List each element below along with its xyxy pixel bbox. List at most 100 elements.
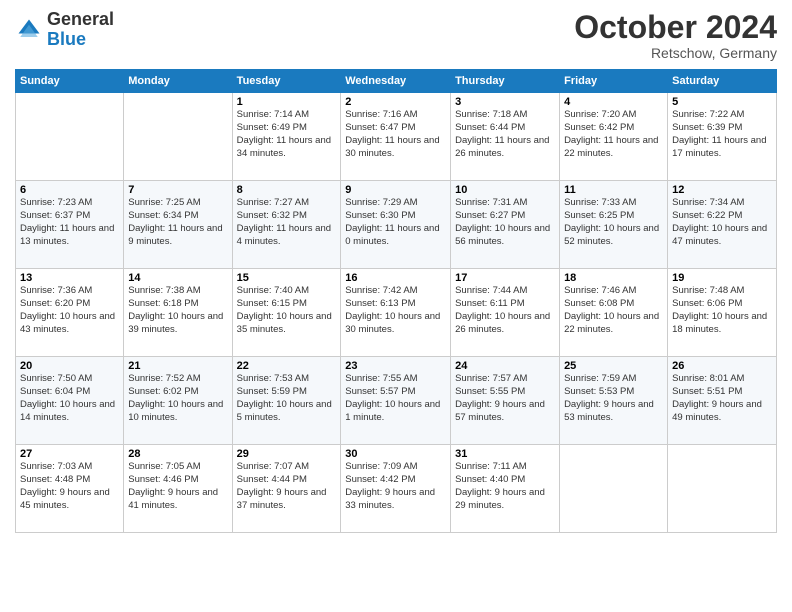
calendar-week-3: 13 Sunrise: 7:36 AMSunset: 6:20 PMDaylig… bbox=[16, 269, 777, 357]
day-number: 13 bbox=[20, 272, 119, 284]
calendar-cell: 10 Sunrise: 7:31 AMSunset: 6:27 PMDaylig… bbox=[451, 181, 560, 269]
day-info: Sunrise: 7:48 AMSunset: 6:06 PMDaylight:… bbox=[672, 285, 767, 334]
day-info: Sunrise: 7:59 AMSunset: 5:53 PMDaylight:… bbox=[564, 373, 654, 422]
calendar-cell: 5 Sunrise: 7:22 AMSunset: 6:39 PMDayligh… bbox=[668, 93, 777, 181]
day-number: 16 bbox=[345, 272, 446, 284]
weekday-header-monday: Monday bbox=[124, 70, 232, 93]
day-info: Sunrise: 7:20 AMSunset: 6:42 PMDaylight:… bbox=[564, 109, 658, 158]
calendar-cell: 31 Sunrise: 7:11 AMSunset: 4:40 PMDaylig… bbox=[451, 445, 560, 533]
day-info: Sunrise: 7:18 AMSunset: 6:44 PMDaylight:… bbox=[455, 109, 549, 158]
day-number: 27 bbox=[20, 448, 119, 460]
day-info: Sunrise: 7:07 AMSunset: 4:44 PMDaylight:… bbox=[237, 461, 327, 510]
weekday-header-thursday: Thursday bbox=[451, 70, 560, 93]
day-info: Sunrise: 7:31 AMSunset: 6:27 PMDaylight:… bbox=[455, 197, 550, 246]
calendar-cell bbox=[16, 93, 124, 181]
calendar-week-5: 27 Sunrise: 7:03 AMSunset: 4:48 PMDaylig… bbox=[16, 445, 777, 533]
calendar-cell: 7 Sunrise: 7:25 AMSunset: 6:34 PMDayligh… bbox=[124, 181, 232, 269]
day-number: 8 bbox=[237, 184, 337, 196]
weekday-header-saturday: Saturday bbox=[668, 70, 777, 93]
day-number: 18 bbox=[564, 272, 663, 284]
calendar-cell: 2 Sunrise: 7:16 AMSunset: 6:47 PMDayligh… bbox=[341, 93, 451, 181]
day-info: Sunrise: 7:57 AMSunset: 5:55 PMDaylight:… bbox=[455, 373, 545, 422]
day-info: Sunrise: 7:05 AMSunset: 4:46 PMDaylight:… bbox=[128, 461, 218, 510]
location-subtitle: Retschow, Germany bbox=[574, 45, 777, 61]
calendar-cell: 14 Sunrise: 7:38 AMSunset: 6:18 PMDaylig… bbox=[124, 269, 232, 357]
day-number: 3 bbox=[455, 96, 555, 108]
calendar-cell: 8 Sunrise: 7:27 AMSunset: 6:32 PMDayligh… bbox=[232, 181, 341, 269]
day-info: Sunrise: 7:25 AMSunset: 6:34 PMDaylight:… bbox=[128, 197, 222, 246]
day-info: Sunrise: 7:34 AMSunset: 6:22 PMDaylight:… bbox=[672, 197, 767, 246]
calendar-cell: 16 Sunrise: 7:42 AMSunset: 6:13 PMDaylig… bbox=[341, 269, 451, 357]
calendar-cell bbox=[124, 93, 232, 181]
day-info: Sunrise: 7:23 AMSunset: 6:37 PMDaylight:… bbox=[20, 197, 114, 246]
calendar-header: SundayMondayTuesdayWednesdayThursdayFrid… bbox=[16, 70, 777, 93]
day-info: Sunrise: 7:55 AMSunset: 5:57 PMDaylight:… bbox=[345, 373, 440, 422]
day-info: Sunrise: 7:14 AMSunset: 6:49 PMDaylight:… bbox=[237, 109, 331, 158]
calendar-body: 1 Sunrise: 7:14 AMSunset: 6:49 PMDayligh… bbox=[16, 93, 777, 533]
day-number: 14 bbox=[128, 272, 227, 284]
calendar-cell: 19 Sunrise: 7:48 AMSunset: 6:06 PMDaylig… bbox=[668, 269, 777, 357]
weekday-header-tuesday: Tuesday bbox=[232, 70, 341, 93]
calendar-cell: 11 Sunrise: 7:33 AMSunset: 6:25 PMDaylig… bbox=[560, 181, 668, 269]
calendar-cell: 25 Sunrise: 7:59 AMSunset: 5:53 PMDaylig… bbox=[560, 357, 668, 445]
weekday-header-friday: Friday bbox=[560, 70, 668, 93]
weekday-header-wednesday: Wednesday bbox=[341, 70, 451, 93]
day-number: 31 bbox=[455, 448, 555, 460]
day-number: 26 bbox=[672, 360, 772, 372]
day-number: 22 bbox=[237, 360, 337, 372]
day-number: 20 bbox=[20, 360, 119, 372]
calendar-cell: 6 Sunrise: 7:23 AMSunset: 6:37 PMDayligh… bbox=[16, 181, 124, 269]
calendar-cell: 1 Sunrise: 7:14 AMSunset: 6:49 PMDayligh… bbox=[232, 93, 341, 181]
day-number: 24 bbox=[455, 360, 555, 372]
calendar-cell: 3 Sunrise: 7:18 AMSunset: 6:44 PMDayligh… bbox=[451, 93, 560, 181]
day-info: Sunrise: 8:01 AMSunset: 5:51 PMDaylight:… bbox=[672, 373, 762, 422]
day-number: 19 bbox=[672, 272, 772, 284]
day-number: 29 bbox=[237, 448, 337, 460]
day-info: Sunrise: 7:09 AMSunset: 4:42 PMDaylight:… bbox=[345, 461, 435, 510]
day-info: Sunrise: 7:38 AMSunset: 6:18 PMDaylight:… bbox=[128, 285, 223, 334]
calendar-week-2: 6 Sunrise: 7:23 AMSunset: 6:37 PMDayligh… bbox=[16, 181, 777, 269]
day-number: 1 bbox=[237, 96, 337, 108]
calendar-cell: 13 Sunrise: 7:36 AMSunset: 6:20 PMDaylig… bbox=[16, 269, 124, 357]
logo-icon bbox=[15, 16, 43, 44]
weekday-header-sunday: Sunday bbox=[16, 70, 124, 93]
calendar-week-1: 1 Sunrise: 7:14 AMSunset: 6:49 PMDayligh… bbox=[16, 93, 777, 181]
calendar-cell: 29 Sunrise: 7:07 AMSunset: 4:44 PMDaylig… bbox=[232, 445, 341, 533]
day-info: Sunrise: 7:50 AMSunset: 6:04 PMDaylight:… bbox=[20, 373, 115, 422]
calendar-cell: 12 Sunrise: 7:34 AMSunset: 6:22 PMDaylig… bbox=[668, 181, 777, 269]
day-number: 17 bbox=[455, 272, 555, 284]
day-number: 15 bbox=[237, 272, 337, 284]
logo-text: General Blue bbox=[47, 10, 114, 50]
day-info: Sunrise: 7:27 AMSunset: 6:32 PMDaylight:… bbox=[237, 197, 331, 246]
day-info: Sunrise: 7:16 AMSunset: 6:47 PMDaylight:… bbox=[345, 109, 439, 158]
calendar-cell: 22 Sunrise: 7:53 AMSunset: 5:59 PMDaylig… bbox=[232, 357, 341, 445]
calendar-table: SundayMondayTuesdayWednesdayThursdayFrid… bbox=[15, 69, 777, 533]
logo: General Blue bbox=[15, 10, 114, 50]
month-title: October 2024 bbox=[574, 10, 777, 45]
day-info: Sunrise: 7:11 AMSunset: 4:40 PMDaylight:… bbox=[455, 461, 545, 510]
calendar-cell: 18 Sunrise: 7:46 AMSunset: 6:08 PMDaylig… bbox=[560, 269, 668, 357]
calendar-cell bbox=[560, 445, 668, 533]
day-number: 2 bbox=[345, 96, 446, 108]
calendar-cell: 28 Sunrise: 7:05 AMSunset: 4:46 PMDaylig… bbox=[124, 445, 232, 533]
day-info: Sunrise: 7:22 AMSunset: 6:39 PMDaylight:… bbox=[672, 109, 766, 158]
page: General Blue October 2024 Retschow, Germ… bbox=[0, 0, 792, 612]
day-number: 12 bbox=[672, 184, 772, 196]
day-info: Sunrise: 7:44 AMSunset: 6:11 PMDaylight:… bbox=[455, 285, 550, 334]
day-number: 9 bbox=[345, 184, 446, 196]
calendar-cell: 26 Sunrise: 8:01 AMSunset: 5:51 PMDaylig… bbox=[668, 357, 777, 445]
weekday-row: SundayMondayTuesdayWednesdayThursdayFrid… bbox=[16, 70, 777, 93]
day-number: 5 bbox=[672, 96, 772, 108]
calendar-cell: 15 Sunrise: 7:40 AMSunset: 6:15 PMDaylig… bbox=[232, 269, 341, 357]
calendar-week-4: 20 Sunrise: 7:50 AMSunset: 6:04 PMDaylig… bbox=[16, 357, 777, 445]
logo-blue: Blue bbox=[47, 29, 86, 49]
day-info: Sunrise: 7:52 AMSunset: 6:02 PMDaylight:… bbox=[128, 373, 223, 422]
header: General Blue October 2024 Retschow, Germ… bbox=[15, 10, 777, 61]
day-info: Sunrise: 7:33 AMSunset: 6:25 PMDaylight:… bbox=[564, 197, 659, 246]
calendar-cell: 9 Sunrise: 7:29 AMSunset: 6:30 PMDayligh… bbox=[341, 181, 451, 269]
title-section: October 2024 Retschow, Germany bbox=[574, 10, 777, 61]
day-info: Sunrise: 7:36 AMSunset: 6:20 PMDaylight:… bbox=[20, 285, 115, 334]
calendar-cell: 27 Sunrise: 7:03 AMSunset: 4:48 PMDaylig… bbox=[16, 445, 124, 533]
day-info: Sunrise: 7:53 AMSunset: 5:59 PMDaylight:… bbox=[237, 373, 332, 422]
day-number: 23 bbox=[345, 360, 446, 372]
